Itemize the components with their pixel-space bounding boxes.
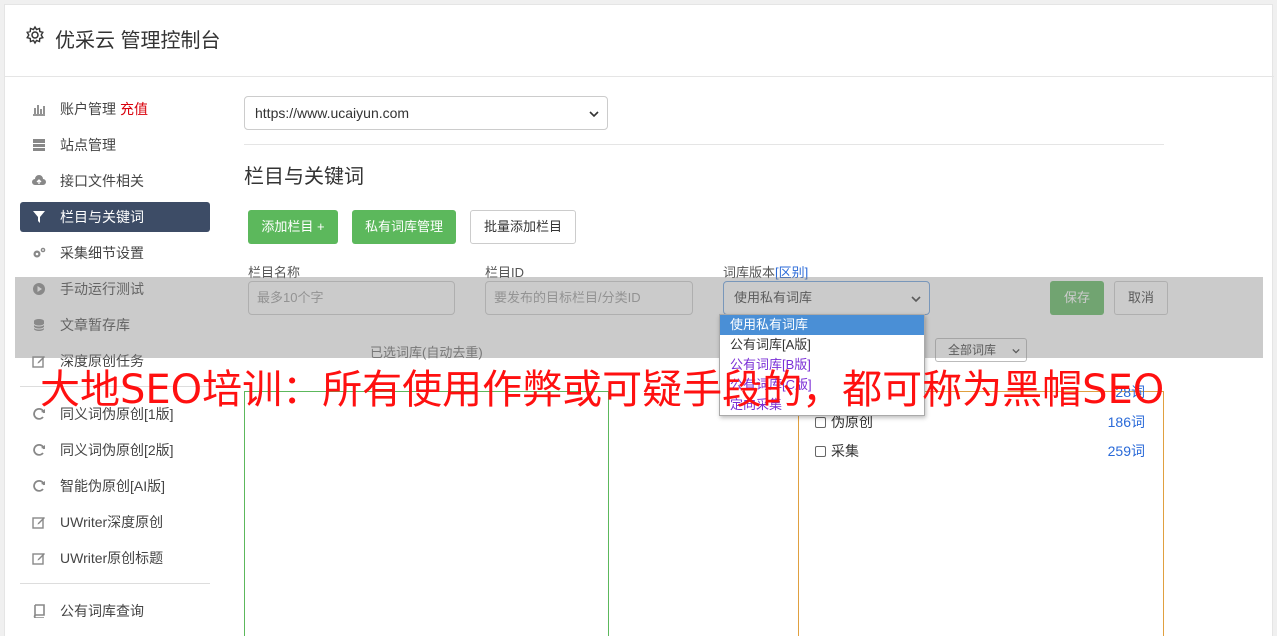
refresh-icon	[33, 480, 45, 492]
lib-count: 259词	[1107, 443, 1145, 459]
sidebar-item-label: 同义词伪原创[2版]	[60, 442, 174, 458]
lib-checkbox[interactable]	[815, 446, 826, 457]
batch-add-button[interactable]: 批量添加栏目	[470, 210, 576, 244]
filter-icon	[33, 211, 45, 223]
sidebar-item-collect-settings[interactable]: 采集细节设置	[20, 238, 210, 268]
sidebar-item-label: 公有词库查询	[60, 603, 144, 619]
sidebar-item-uwriter-deep[interactable]: UWriter深度原创	[20, 507, 210, 537]
cloud-upload-icon	[32, 175, 46, 185]
private-lib-button[interactable]: 私有词库管理	[352, 210, 456, 244]
add-column-button[interactable]: 添加栏目 +	[248, 210, 338, 244]
chevron-down-icon	[589, 111, 599, 118]
sidebar-item-label: 接口文件相关	[60, 173, 144, 189]
lib-name: 伪原创	[831, 414, 873, 430]
sidebar-item-uwriter-title[interactable]: UWriter原创标题	[20, 543, 210, 573]
sidebar-item-interface[interactable]: 接口文件相关	[20, 166, 210, 196]
sidebar-item-smart-ai[interactable]: 智能伪原创[AI版]	[20, 471, 210, 501]
page-header: 优采云 管理控制台	[5, 5, 1274, 77]
list-item[interactable]: 采集 259词	[815, 441, 1145, 461]
section-title: 栏目与关键词	[244, 166, 364, 188]
dropdown-option[interactable]: 公有词库[A版]	[720, 335, 924, 355]
sidebar-item-account[interactable]: 账户管理 充值	[20, 94, 210, 124]
watermark-text: 大地SEO培训：所有使用作弊或可疑手段的，都可称为黑帽SEO	[40, 367, 1165, 413]
selected-libs-box[interactable]	[244, 391, 609, 636]
bar-chart-icon	[33, 105, 45, 116]
lib-count: 186词	[1107, 414, 1145, 430]
sidebar-item-label: 站点管理	[60, 137, 116, 153]
server-icon	[33, 139, 45, 151]
sidebar-item-label: 智能伪原创[AI版]	[60, 478, 166, 494]
gray-overlay-band	[15, 277, 1263, 358]
sidebar-item-label: 采集细节设置	[60, 245, 144, 261]
lib-checkbox[interactable]	[815, 417, 826, 428]
sidebar-item-sites[interactable]: 站点管理	[20, 130, 210, 160]
sidebar-divider	[20, 583, 210, 584]
gear-icon	[26, 25, 44, 45]
site-select-value: https://www.ucaiyun.com	[255, 105, 410, 121]
site-select[interactable]: https://www.ucaiyun.com	[244, 96, 608, 130]
available-libs-box[interactable]: 28词 伪原创 186词 采集 259词	[798, 384, 1164, 636]
refresh-icon	[33, 444, 45, 456]
sidebar-item-public-lib[interactable]: 公有词库查询	[20, 596, 210, 626]
gears-icon	[33, 247, 46, 258]
sidebar-item-synonym-v2[interactable]: 同义词伪原创[2版]	[20, 435, 210, 465]
sidebar-item-label: 栏目与关键词	[60, 209, 144, 225]
divider	[244, 144, 1164, 145]
edit-icon	[32, 517, 45, 529]
sidebar-item-label: 账户管理	[60, 101, 116, 117]
recharge-link[interactable]: 充值	[120, 101, 148, 117]
lib-name: 采集	[831, 443, 859, 459]
edit-icon	[32, 553, 45, 565]
dropdown-option[interactable]: 使用私有词库	[720, 315, 924, 335]
sidebar-item-label: UWriter原创标题	[60, 550, 164, 566]
app-title: 优采云 管理控制台	[55, 30, 221, 52]
sidebar-item-columns[interactable]: 栏目与关键词	[20, 202, 210, 232]
sidebar-item-label: UWriter深度原创	[60, 514, 164, 530]
book-icon	[33, 604, 45, 618]
